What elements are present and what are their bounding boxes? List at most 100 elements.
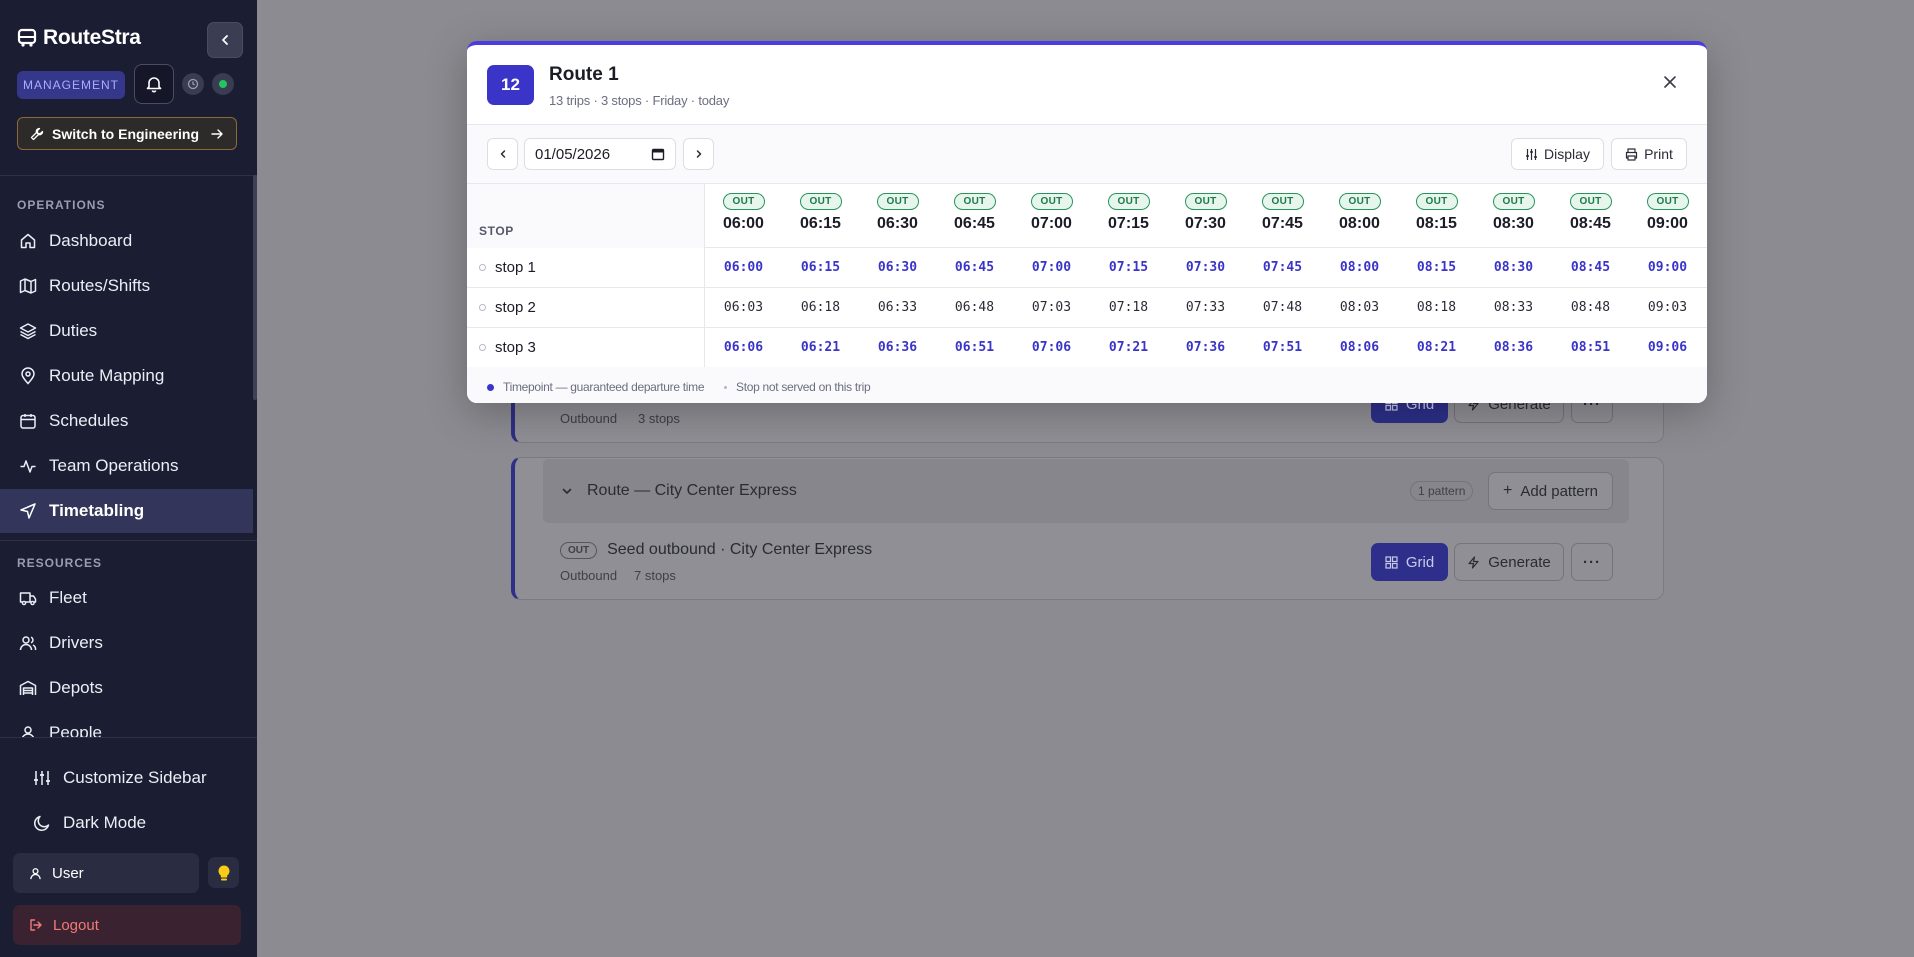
- bus-icon: [17, 28, 37, 47]
- trip-column-header[interactable]: OUT 07:00: [1013, 184, 1090, 248]
- brand-logo[interactable]: RouteStra: [17, 26, 141, 50]
- nav-item-routes-shifts[interactable]: Routes/Shifts: [0, 264, 253, 308]
- time-cell[interactable]: 06:45: [936, 248, 1013, 287]
- trip-column-header[interactable]: OUT 08:15: [1398, 184, 1475, 248]
- time-cell[interactable]: 07:45: [1244, 248, 1321, 287]
- table-row: stop 1 06:00 06:15 06:30 06:45 07:00 07:15 07:3…: [467, 248, 1707, 288]
- date-picker-input[interactable]: 01/05/2026: [524, 138, 676, 170]
- time-cell[interactable]: 06:06: [705, 328, 782, 367]
- time-cell[interactable]: 08:00: [1321, 248, 1398, 287]
- user-label: User: [52, 864, 84, 882]
- user-menu-button[interactable]: User: [13, 853, 199, 893]
- trip-column-header[interactable]: OUT 07:30: [1167, 184, 1244, 248]
- close-modal-button[interactable]: [1659, 71, 1681, 93]
- time-cell[interactable]: 06:36: [859, 328, 936, 367]
- route-title: Route — City Center Express: [587, 482, 797, 499]
- trip-column-header[interactable]: OUT 06:30: [859, 184, 936, 248]
- time-cell[interactable]: 09:06: [1629, 328, 1706, 367]
- logout-button[interactable]: Logout: [13, 905, 241, 945]
- time-cell[interactable]: 08:18: [1398, 288, 1475, 327]
- nav-label: Drivers: [49, 633, 103, 652]
- sidebar: RouteStra MANAGEMENT Switch to Engineeri…: [0, 0, 257, 957]
- nav-item-dashboard[interactable]: Dashboard: [0, 219, 253, 263]
- trip-column-header[interactable]: OUT 09:00: [1629, 184, 1706, 248]
- arrow-right-icon: [211, 128, 223, 139]
- nav-item-fleet[interactable]: Fleet: [0, 576, 253, 620]
- collapse-sidebar-button[interactable]: [207, 22, 243, 58]
- calendar-icon[interactable]: [651, 147, 665, 161]
- time-cell[interactable]: 09:00: [1629, 248, 1706, 287]
- more-options-button[interactable]: ···: [1571, 543, 1613, 581]
- time-cell[interactable]: 07:36: [1167, 328, 1244, 367]
- time-cell[interactable]: 08:51: [1552, 328, 1629, 367]
- activity-icon: [20, 460, 36, 473]
- time-cell[interactable]: 08:48: [1552, 288, 1629, 327]
- direction-badge: OUT: [1261, 193, 1304, 210]
- time-cell[interactable]: 07:33: [1167, 288, 1244, 327]
- time-cell[interactable]: 07:15: [1090, 248, 1167, 287]
- time-cell[interactable]: 06:00: [705, 248, 782, 287]
- stop-name-cell: stop 2: [467, 288, 705, 327]
- time-cell[interactable]: 07:06: [1013, 328, 1090, 367]
- time-cell[interactable]: 06:18: [782, 288, 859, 327]
- online-status-indicator: [212, 73, 234, 95]
- dark-mode-toggle[interactable]: Dark Mode: [0, 801, 253, 845]
- time-cell[interactable]: 08:15: [1398, 248, 1475, 287]
- trip-column-header[interactable]: OUT 07:15: [1090, 184, 1167, 248]
- previous-day-button[interactable]: [487, 138, 518, 170]
- trip-column-header[interactable]: OUT 07:45: [1244, 184, 1321, 248]
- add-pattern-button[interactable]: + Add pattern: [1488, 472, 1613, 510]
- generate-button[interactable]: Generate: [1454, 543, 1564, 581]
- time-cell[interactable]: 08:36: [1475, 328, 1552, 367]
- nav-item-route-mapping[interactable]: Route Mapping: [0, 354, 253, 398]
- trip-column-header[interactable]: OUT 06:15: [782, 184, 859, 248]
- nav-item-depots[interactable]: Depots: [0, 666, 253, 710]
- switch-to-engineering-button[interactable]: Switch to Engineering: [17, 117, 237, 150]
- time-cell[interactable]: 07:03: [1013, 288, 1090, 327]
- time-cell[interactable]: 08:06: [1321, 328, 1398, 367]
- time-cell[interactable]: 08:21: [1398, 328, 1475, 367]
- time-cell[interactable]: 07:30: [1167, 248, 1244, 287]
- nav-item-timetabling[interactable]: Timetabling: [0, 489, 253, 533]
- trip-column-header[interactable]: OUT 08:30: [1475, 184, 1552, 248]
- chevron-down-icon[interactable]: [561, 485, 573, 497]
- time-cell[interactable]: 08:30: [1475, 248, 1552, 287]
- time-cell[interactable]: 07:48: [1244, 288, 1321, 327]
- time-cell[interactable]: 07:00: [1013, 248, 1090, 287]
- time-cell[interactable]: 07:51: [1244, 328, 1321, 367]
- time-cell[interactable]: 07:18: [1090, 288, 1167, 327]
- nav-item-drivers[interactable]: Drivers: [0, 621, 253, 665]
- display-options-button[interactable]: Display: [1511, 138, 1604, 170]
- trip-departure-time: 06:00: [723, 215, 764, 232]
- grid-button[interactable]: Grid: [1371, 543, 1448, 581]
- clock-status-button[interactable]: [182, 73, 204, 95]
- trip-column-header[interactable]: OUT 08:45: [1552, 184, 1629, 248]
- time-cell[interactable]: 06:21: [782, 328, 859, 367]
- status-dot-icon: [219, 80, 227, 88]
- time-cell[interactable]: 06:03: [705, 288, 782, 327]
- nav-item-schedules[interactable]: Schedules: [0, 399, 253, 443]
- nav-item-team-operations[interactable]: Team Operations: [0, 444, 253, 488]
- time-cell[interactable]: 06:48: [936, 288, 1013, 327]
- time-cell[interactable]: 06:33: [859, 288, 936, 327]
- time-cell[interactable]: 06:51: [936, 328, 1013, 367]
- trip-column-header[interactable]: OUT 06:45: [936, 184, 1013, 248]
- next-day-button[interactable]: [683, 138, 714, 170]
- time-cell[interactable]: 07:21: [1090, 328, 1167, 367]
- customize-sidebar-button[interactable]: Customize Sidebar: [0, 756, 253, 800]
- print-button[interactable]: Print: [1611, 138, 1687, 170]
- trip-column-header[interactable]: OUT 06:00: [705, 184, 782, 248]
- time-cell[interactable]: 06:30: [859, 248, 936, 287]
- notifications-button[interactable]: [134, 64, 174, 104]
- nav-item-duties[interactable]: Duties: [0, 309, 253, 353]
- time-cell[interactable]: 09:03: [1629, 288, 1706, 327]
- time-cell[interactable]: 08:03: [1321, 288, 1398, 327]
- time-cell[interactable]: 06:15: [782, 248, 859, 287]
- time-cell[interactable]: 08:33: [1475, 288, 1552, 327]
- trip-departure-time: 08:30: [1493, 215, 1534, 232]
- time-cell[interactable]: 08:45: [1552, 248, 1629, 287]
- section-label-resources: RESOURCES: [17, 556, 103, 570]
- stop-name: stop 3: [495, 339, 536, 356]
- tips-button[interactable]: [208, 857, 239, 888]
- trip-column-header[interactable]: OUT 08:00: [1321, 184, 1398, 248]
